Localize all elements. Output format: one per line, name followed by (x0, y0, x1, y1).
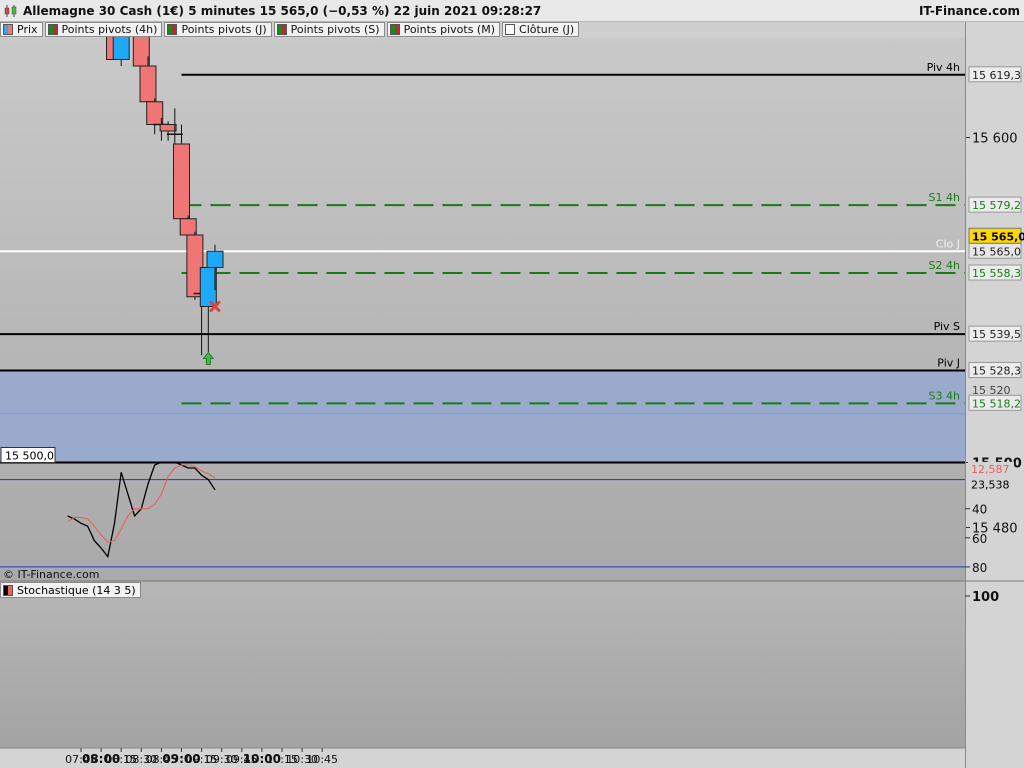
legend-item-pivots-m[interactable]: Points pivots (M) (386, 22, 501, 37)
y-tick-label: 15 600 (972, 132, 1018, 147)
candle-body (173, 143, 190, 220)
stochastic-tick-label: 60 (972, 532, 987, 546)
level-name: Piv S (934, 320, 960, 333)
level-name: S1 4h (929, 191, 960, 204)
title-bar: Allemagne 30 Cash (1€) 5 minutes 15 565,… (0, 0, 1024, 22)
candle-body (146, 101, 164, 125)
level-tag-label: 15 518,2 (972, 397, 1021, 410)
candle-body (179, 218, 197, 236)
level-name: Piv J (937, 357, 960, 370)
level-tag-label: 15 558,3 (972, 267, 1021, 280)
chart-window: Piv 4h 15 619,3 S1 4h 15 579,2 Clo J 15 565,0… (0, 0, 1024, 768)
legend-swatch (505, 24, 516, 35)
legend-swatch (3, 24, 13, 35)
stochastic-label: Stochastique (14 3 5) (17, 583, 136, 597)
main-plot-background (0, 38, 965, 581)
stochastic-tick-label: 40 (972, 503, 987, 517)
legend-label: Points pivots (S) (290, 23, 380, 36)
level-tag-label: 15 528,3 (972, 365, 1021, 378)
brand-name: IT-Finance.com (918, 4, 1020, 18)
legend-swatch (389, 24, 400, 35)
x-tick-label: 10:45 (306, 753, 338, 766)
current-price-label: 15 565,0 (972, 230, 1024, 243)
level-name: Clo J (936, 237, 960, 250)
candle-body (206, 250, 224, 268)
round-level-label: 15 500,0 (5, 450, 54, 463)
legend-label: Prix (17, 23, 38, 36)
stochastic-plot-background (0, 581, 965, 748)
legend-label: Points pivots (4h) (61, 23, 158, 36)
candle-body (199, 267, 217, 307)
copyright-text: © IT-Finance.com (3, 568, 100, 581)
stochastic-tick-label: 80 (972, 561, 987, 575)
legend-item-cloture-j[interactable]: Clôture (J) (502, 22, 580, 37)
legend-label: Points pivots (M) (403, 23, 496, 36)
level-tag-label: 15 619,3 (972, 69, 1021, 82)
candle-body (159, 124, 177, 132)
legend-item-pivots-4h[interactable]: Points pivots (4h) (44, 22, 163, 37)
window-title: Allemagne 30 Cash (1€) 5 minutes 15 565,… (23, 4, 542, 18)
candle-body (139, 65, 157, 103)
level-tag-label: 15 579,2 (972, 199, 1021, 212)
level-tag-label: 15 565,0 (972, 245, 1021, 258)
legend-swatch (3, 584, 13, 596)
legend-label: Points pivots (J) (181, 23, 267, 36)
level-name: S2 4h (929, 259, 960, 272)
indicator-legend: Prix Points pivots (4h) Points pivots (J… (0, 22, 581, 38)
legend-swatch (47, 24, 58, 35)
price-chart[interactable]: Piv 4h 15 619,3 S1 4h 15 579,2 Clo J 15 565,0… (0, 0, 1024, 768)
stochastic-value-label: 23,538 (971, 479, 1010, 492)
legend-swatch (167, 24, 178, 35)
level-name: Piv 4h (927, 61, 960, 74)
pivot-zone-band (0, 370, 965, 463)
stochastic-tick-label: 100 (972, 590, 999, 605)
legend-item-pivots-s[interactable]: Points pivots (S) (273, 22, 385, 37)
stochastic-value-label: 12,587 (971, 463, 1010, 476)
level-name: S3 4h (929, 389, 960, 402)
legend-label: Clôture (J) (519, 23, 575, 36)
candlestick-chart-icon (4, 5, 17, 17)
legend-item-prix[interactable]: Prix (0, 22, 43, 37)
stochastic-legend[interactable]: Stochastique (14 3 5) (0, 582, 141, 598)
hidden-price-label: 15 520 (972, 384, 1011, 397)
legend-item-pivots-j[interactable]: Points pivots (J) (164, 22, 272, 37)
level-tag-label: 15 539,5 (972, 328, 1021, 341)
legend-swatch (276, 24, 287, 35)
